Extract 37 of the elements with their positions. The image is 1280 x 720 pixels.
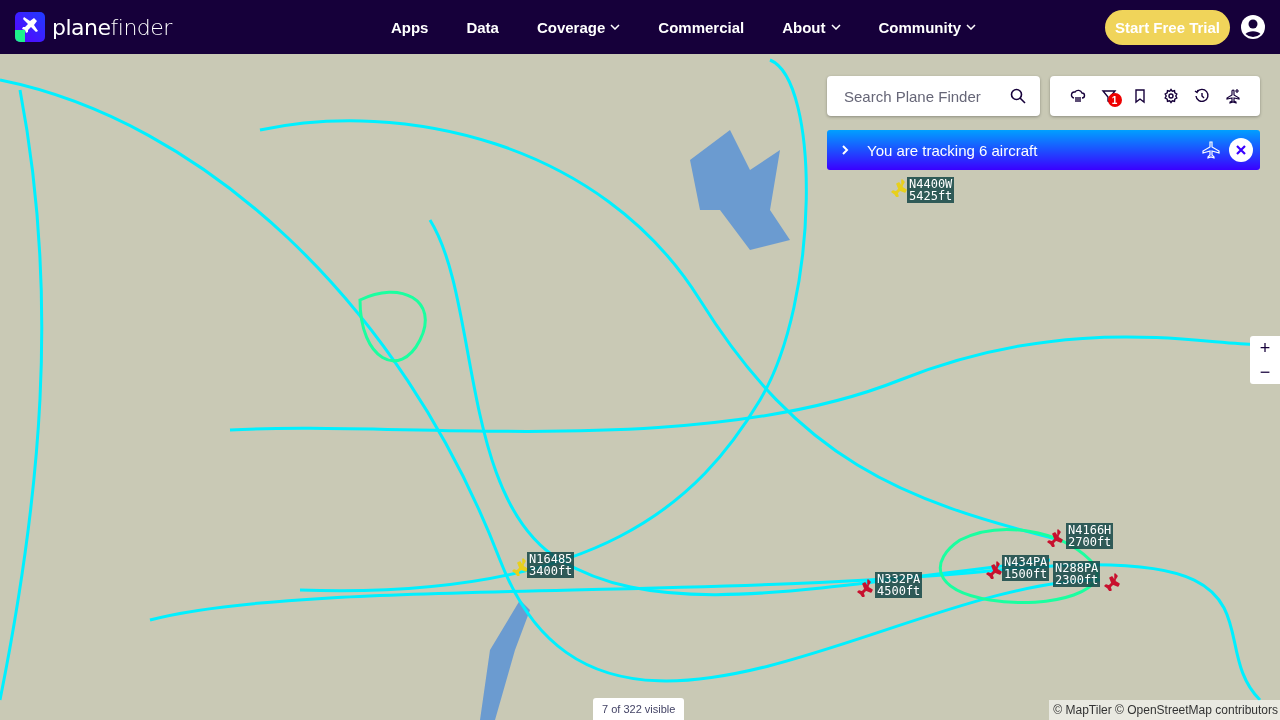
filter-icon <box>1100 88 1117 104</box>
nav-link[interactable]: Data <box>447 18 518 36</box>
aircraft-label[interactable]: N4400W 5425ft <box>907 177 955 203</box>
nav-link[interactable]: Community <box>859 18 995 36</box>
visible-count: 7 of 322 visible <box>593 698 685 720</box>
nav-link[interactable]: Apps <box>371 18 448 36</box>
plane-icon[interactable] <box>1103 573 1121 591</box>
aircraft-label[interactable]: N288PA 2300ft <box>1053 561 1101 587</box>
plane-icon[interactable] <box>985 561 1003 579</box>
plane-icon[interactable] <box>856 579 874 597</box>
aircraft-label[interactable]: N332PA 4500ft <box>875 572 923 598</box>
nav-link[interactable]: Commercial <box>639 18 764 36</box>
close-icon <box>1236 145 1246 155</box>
zoom-out-button[interactable]: − <box>1250 360 1280 384</box>
aircraft-label[interactable]: N16485 3400ft <box>527 552 575 578</box>
plane-icon[interactable] <box>1046 529 1064 547</box>
map-attribution[interactable]: © MapTiler © OpenStreetMap contributors <box>1049 700 1280 720</box>
aircraft-label[interactable]: N4166H 2700ft <box>1066 523 1114 549</box>
nav-link[interactable]: About <box>763 18 860 36</box>
aircraft-label[interactable]: N434PA 1500ft <box>1002 555 1050 581</box>
history-icon <box>1193 88 1210 104</box>
plane-icon <box>1201 140 1221 160</box>
settings-icon <box>1162 88 1179 104</box>
cloud-icon <box>1069 88 1086 104</box>
search-bar[interactable]: Search Plane Finder <box>827 76 1040 116</box>
add-plane-icon <box>1224 88 1241 104</box>
brand-name[interactable]: planefinder <box>52 14 172 40</box>
zoom-in-button[interactable]: + <box>1250 336 1280 360</box>
chevron-right-icon[interactable] <box>841 144 849 156</box>
search-icon[interactable] <box>1010 88 1026 104</box>
filter-count-badge: 1 <box>1107 93 1122 107</box>
tracking-text: You are tracking 6 aircraft <box>867 141 1039 159</box>
toolbar-button[interactable]: 1 <box>1094 82 1123 110</box>
close-button[interactable] <box>1229 138 1253 162</box>
logo-icon[interactable] <box>15 12 45 42</box>
nav-link[interactable]: Coverage <box>517 18 640 36</box>
user-icon[interactable] <box>1240 14 1266 40</box>
